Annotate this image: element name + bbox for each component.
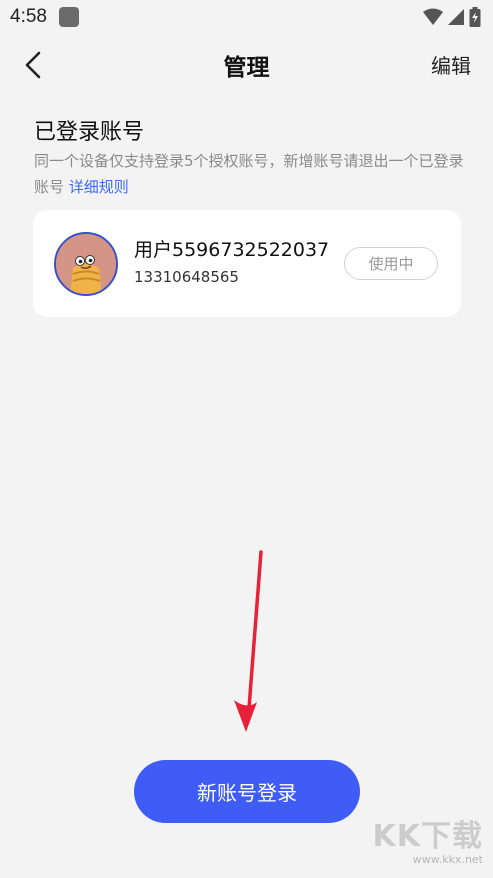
avatar bbox=[54, 232, 118, 296]
new-account-login-button[interactable]: 新账号登录 bbox=[134, 760, 360, 823]
account-name: 用户5596732522037 bbox=[134, 239, 330, 261]
watermark-logo: KK下载 bbox=[372, 819, 483, 854]
account-card[interactable]: 用户5596732522037 13310648565 使用中 bbox=[33, 210, 461, 317]
rules-link[interactable]: 详细规则 bbox=[69, 178, 129, 196]
status-time: 4:58 bbox=[10, 6, 47, 27]
battery-charging-icon bbox=[469, 7, 481, 27]
section-description: 同一个设备仅支持登录5个授权账号，新增账号请退出一个已登录账号 详细规则 bbox=[34, 148, 464, 200]
section-title: 已登录账号 bbox=[34, 120, 145, 145]
page-title: 管理 bbox=[223, 55, 270, 81]
arrow-annotation-icon bbox=[234, 550, 263, 732]
status-badge: 使用中 bbox=[344, 247, 438, 280]
header: 管理 编辑 bbox=[0, 34, 493, 94]
watermark: KK下载 www.kkx.net bbox=[373, 811, 484, 866]
cell-signal-icon bbox=[448, 9, 464, 25]
wifi-icon bbox=[423, 8, 443, 25]
cartoon-character-avatar bbox=[56, 234, 116, 294]
status-bar: 4:58 bbox=[0, 0, 493, 34]
account-phone: 13310648565 bbox=[134, 268, 239, 286]
edit-button[interactable]: 编辑 bbox=[431, 50, 471, 79]
status-icons bbox=[423, 7, 481, 27]
app-notification-icon bbox=[58, 7, 79, 27]
